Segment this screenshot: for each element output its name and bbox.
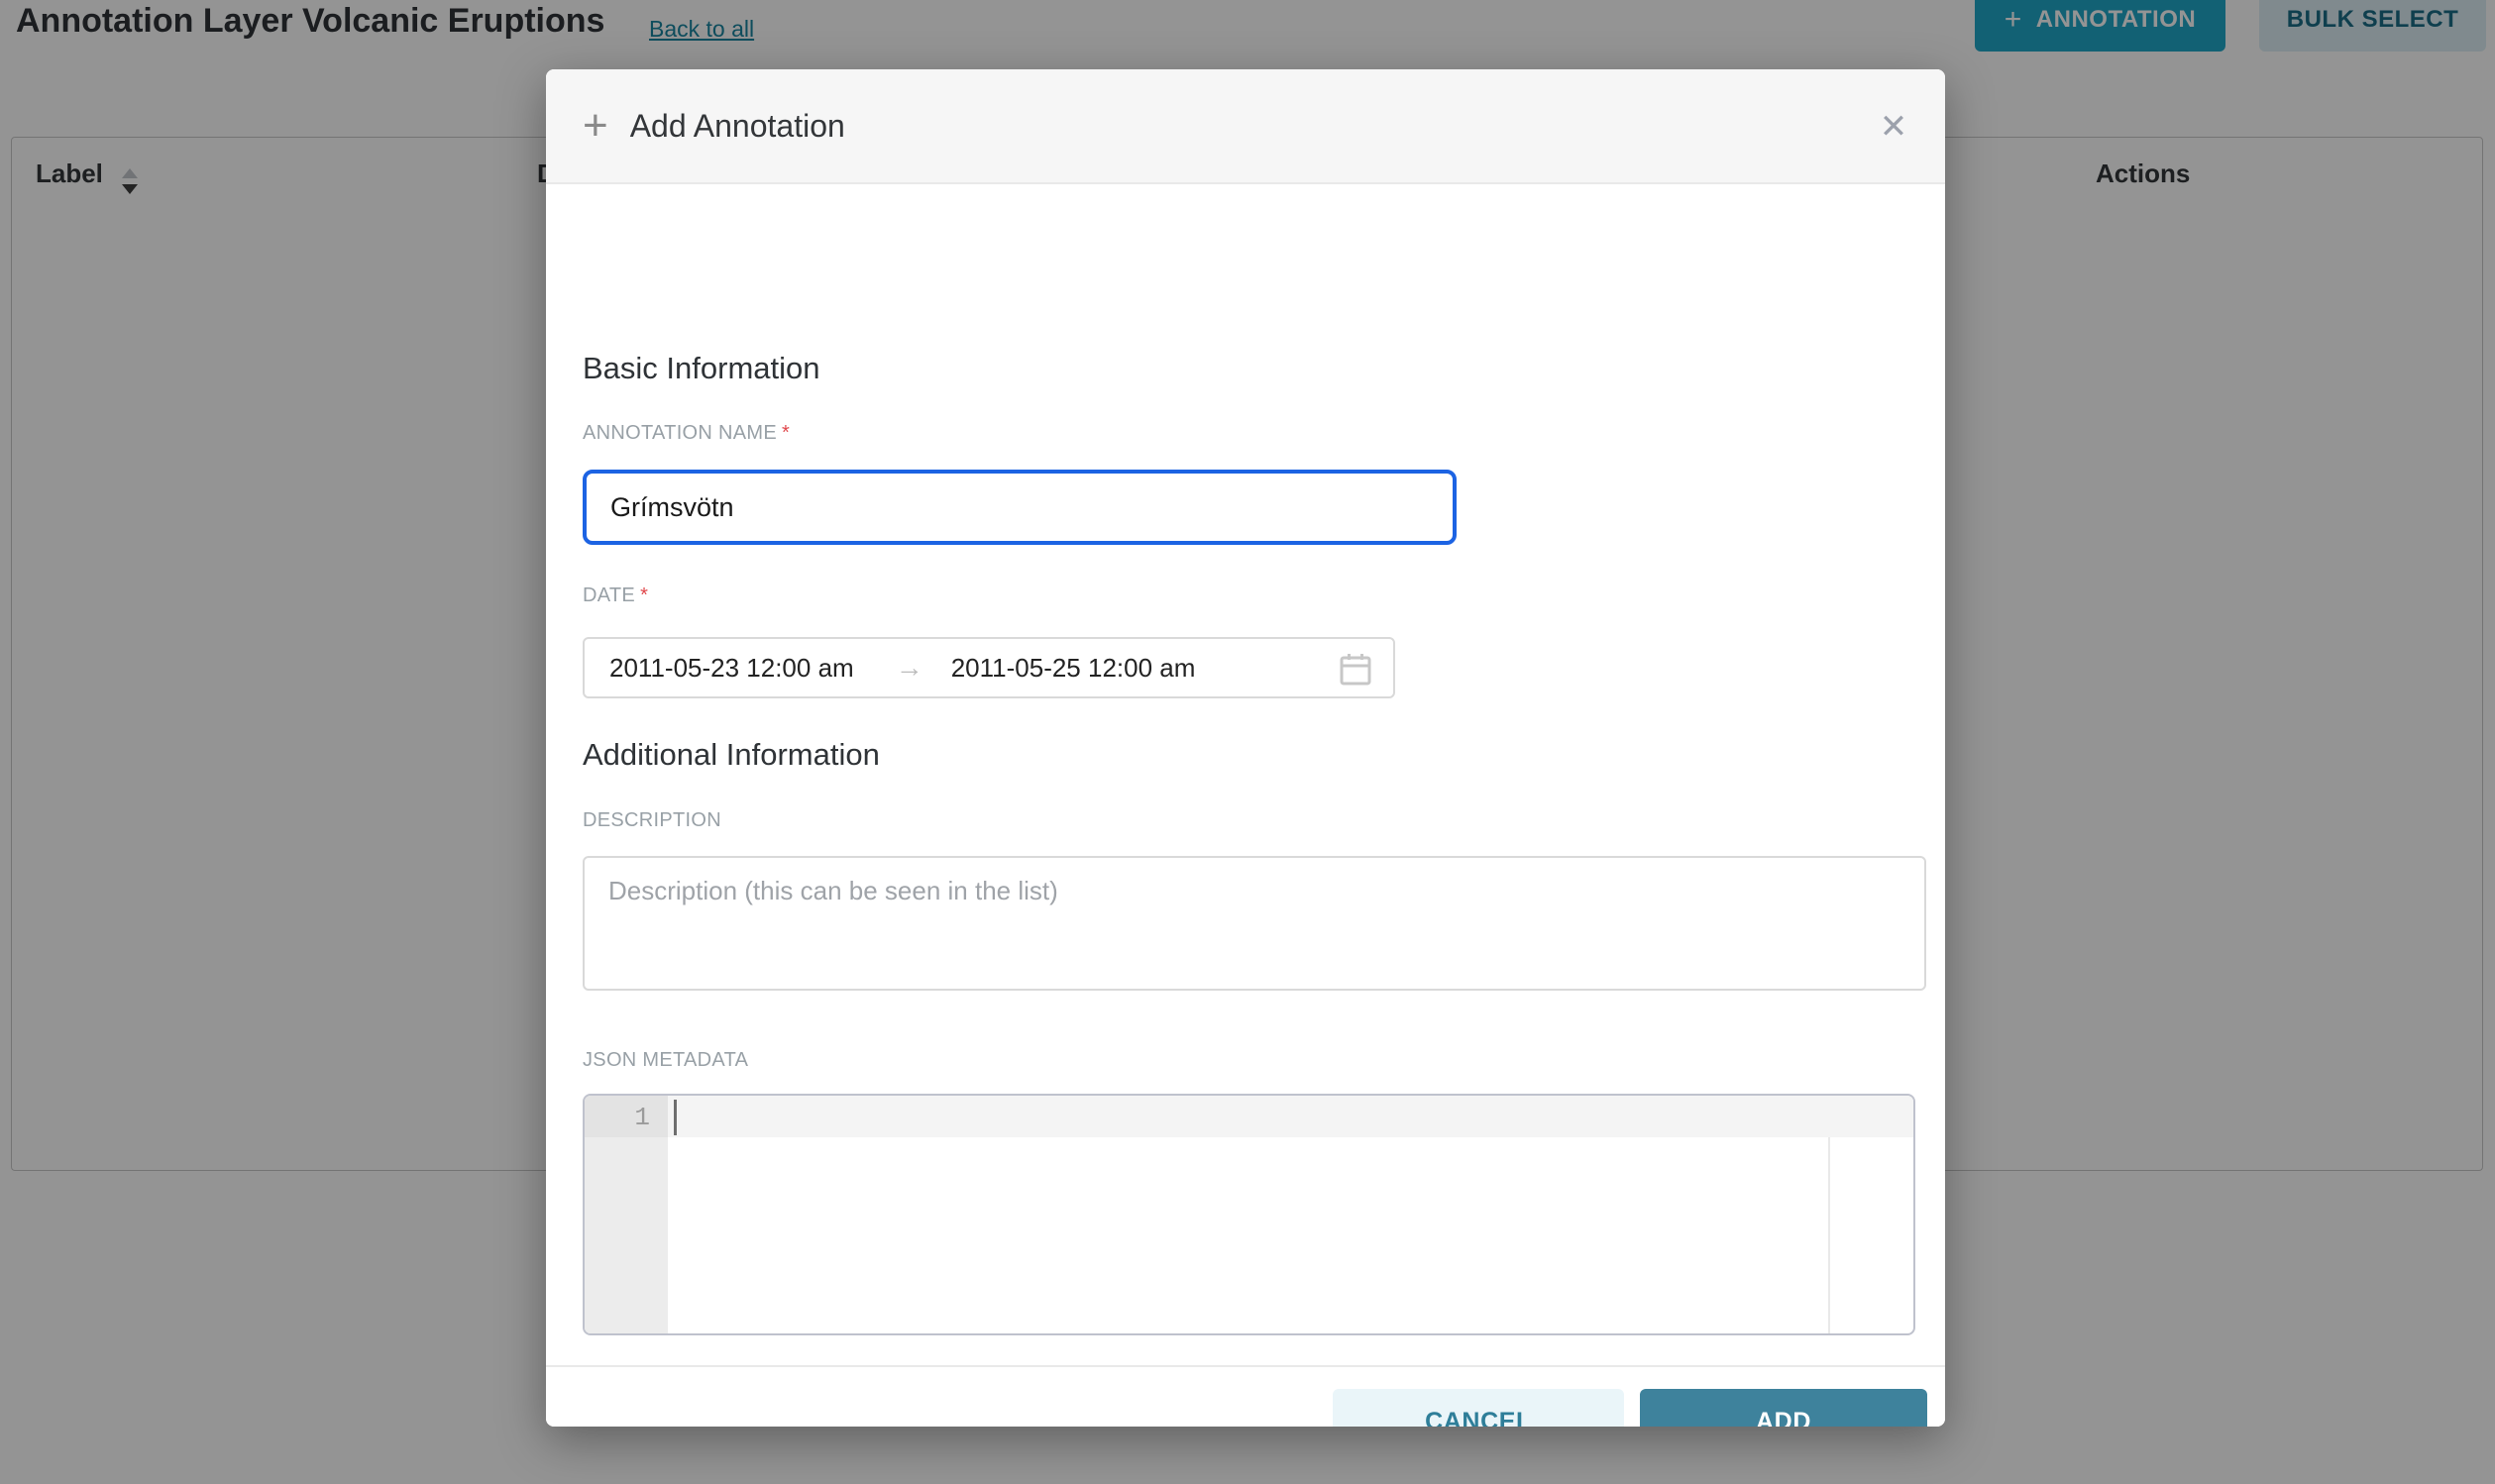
editor-cursor <box>674 1100 677 1135</box>
date-end-value[interactable]: 2011-05-25 12:00 am <box>951 653 1196 684</box>
modal-title: Add Annotation <box>630 108 845 145</box>
modal-footer: CANCEL ADD <box>546 1365 1945 1427</box>
cancel-button[interactable]: CANCEL <box>1333 1389 1624 1427</box>
json-metadata-label: JSON METADATA <box>583 1049 748 1072</box>
date-label: DATE* <box>583 584 648 607</box>
required-asterisk: * <box>640 584 648 606</box>
calendar-icon[interactable] <box>1338 651 1373 687</box>
section-title-additional-information: Additional Information <box>583 737 880 773</box>
close-icon: ✕ <box>1880 108 1908 146</box>
annotation-layer-page: Annotation Layer Volcanic Eruptions Back… <box>0 0 2495 1484</box>
modal-header: + Add Annotation ✕ <box>546 69 1945 184</box>
json-metadata-editor[interactable]: 1 <box>583 1094 1915 1335</box>
editor-active-line <box>668 1096 1913 1137</box>
annotation-name-input[interactable] <box>583 470 1457 545</box>
close-button[interactable]: ✕ <box>1872 105 1915 149</box>
section-title-basic-information: Basic Information <box>583 351 820 386</box>
add-annotation-modal: + Add Annotation ✕ Basic Information ANN… <box>546 69 1945 1427</box>
add-button[interactable]: ADD <box>1640 1389 1927 1427</box>
editor-line-number: 1 <box>585 1103 650 1132</box>
description-label: DESCRIPTION <box>583 809 721 832</box>
range-arrow-icon: → <box>896 652 923 684</box>
plus-icon: + <box>583 104 608 148</box>
description-textarea[interactable] <box>583 856 1926 991</box>
annotation-name-label: ANNOTATION NAME* <box>583 422 790 445</box>
date-range-picker[interactable]: 2011-05-23 12:00 am → 2011-05-25 12:00 a… <box>583 637 1395 698</box>
required-asterisk: * <box>782 422 790 444</box>
date-start-value[interactable]: 2011-05-23 12:00 am <box>609 653 854 684</box>
editor-print-margin <box>1828 1137 1830 1333</box>
